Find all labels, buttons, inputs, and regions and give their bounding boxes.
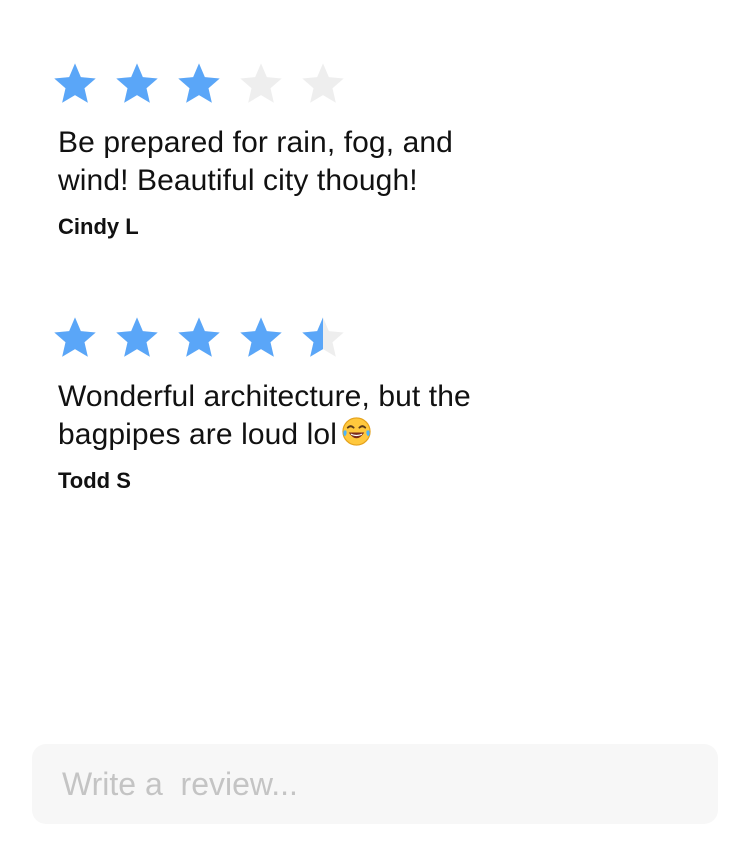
review-text-line-1: Wonderful architecture, but the [58,380,471,413]
star-empty-icon [240,63,282,103]
review-author: Todd S [58,468,131,493]
review-card-todd: Wonderful architecture, but the bagpipes… [52,314,572,495]
review-text-line-2: wind! Beautiful city though! [58,164,418,197]
review-text-line-1: Be prepared for rain, fog, and [58,126,453,159]
star-half-icon [302,317,344,357]
star-filled-icon [178,63,220,103]
star-rating [52,314,572,362]
star-filled-icon [116,63,158,103]
review-card-cindy: Be prepared for rain, fog, and wind! Bea… [52,60,572,241]
star-filled-icon [54,63,96,103]
review-text-line-2: bagpipes are loud lol [58,418,337,451]
star-rating [52,60,572,108]
write-review-input[interactable] [32,744,718,824]
review-author: Cindy L [58,214,139,239]
star-filled-icon [54,317,96,357]
review-text: Wonderful architecture, but the bagpipes… [58,378,572,454]
star-filled-icon [116,317,158,357]
star-empty-icon [302,63,344,103]
star-filled-icon [178,317,220,357]
face-with-tears-of-joy-icon [342,417,371,446]
star-filled-icon [240,317,282,357]
review-text: Be prepared for rain, fog, and wind! Bea… [58,124,572,200]
